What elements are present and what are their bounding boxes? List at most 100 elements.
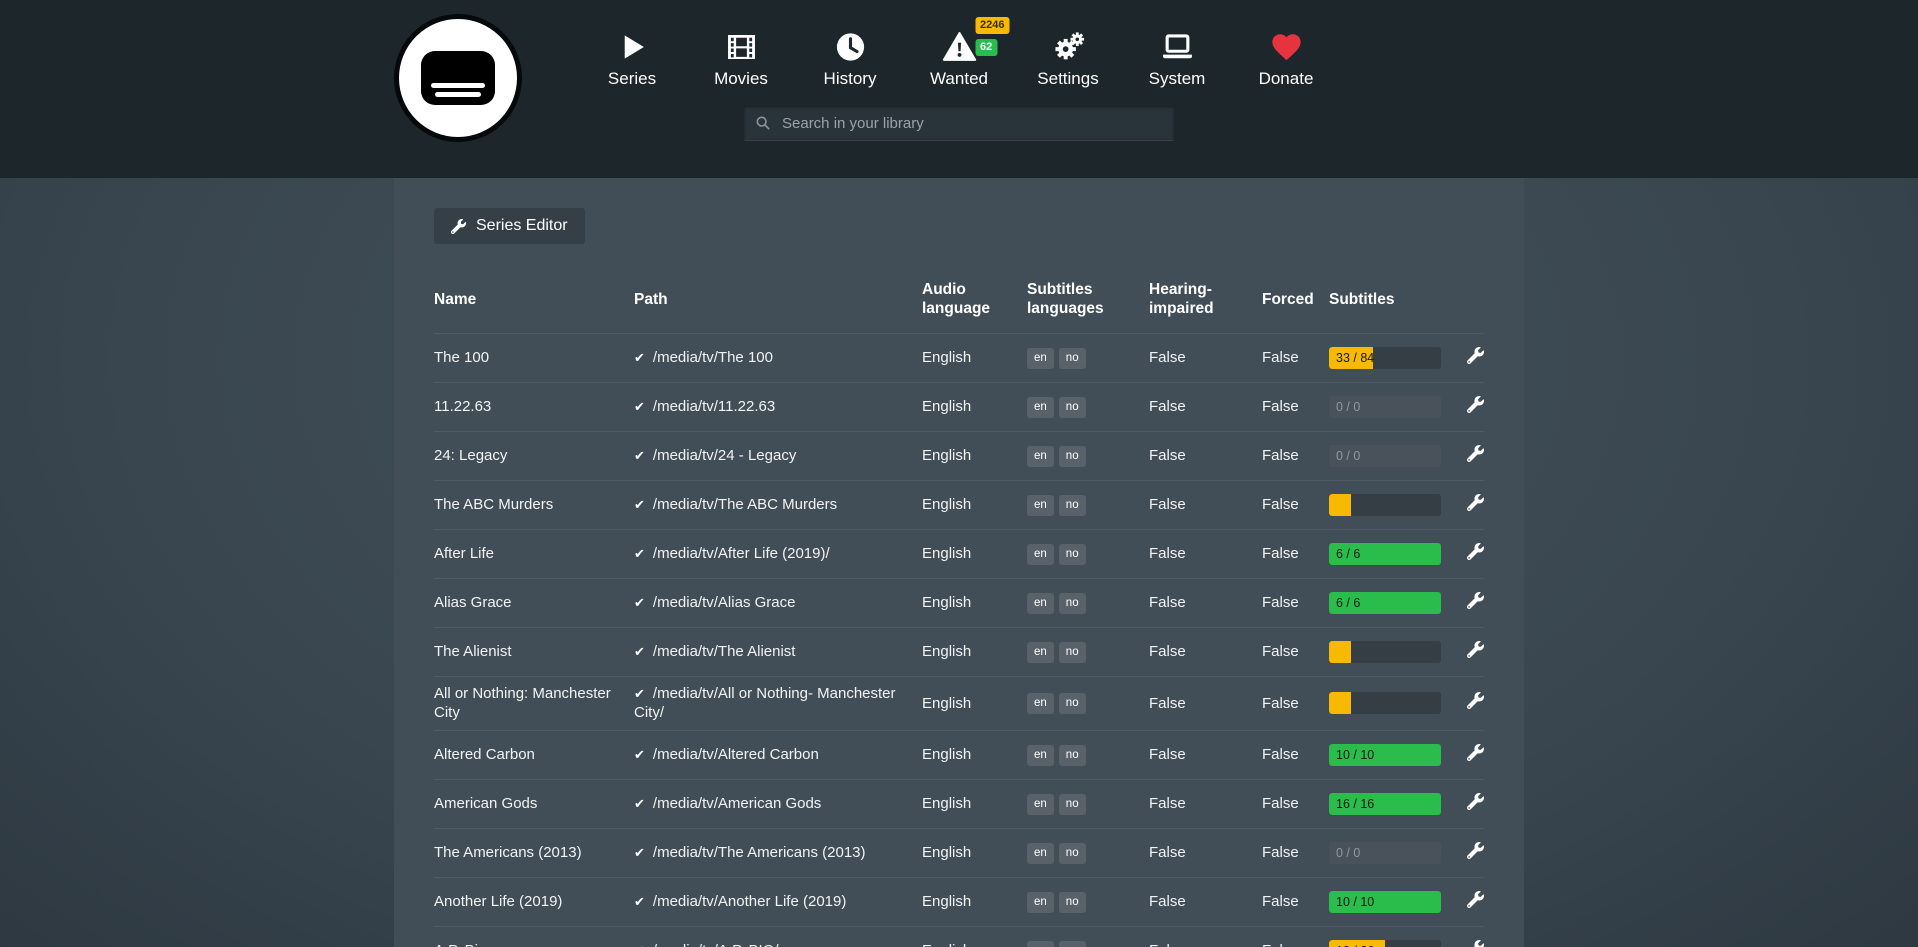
wrench-icon[interactable]: [1467, 744, 1484, 761]
language-badge: no: [1059, 794, 1086, 815]
check-icon: ✔: [634, 497, 645, 512]
audio-language: English: [922, 836, 1027, 870]
nav-history[interactable]: History: [796, 26, 905, 89]
wrench-icon[interactable]: [1467, 842, 1484, 859]
series-path: /media/tv/The Americans (2013): [653, 844, 866, 861]
row-actions: [1467, 737, 1484, 774]
language-badge: no: [1059, 397, 1086, 418]
col-actions: [1447, 289, 1484, 313]
subtitles-cell: 6 / 6: [1329, 536, 1447, 572]
subtitles-languages: enno: [1027, 685, 1149, 721]
check-icon: ✔: [634, 686, 645, 701]
audio-language: English: [922, 934, 1027, 947]
wrench-icon[interactable]: [1467, 396, 1484, 413]
series-path: /media/tv/The Alienist: [653, 643, 796, 660]
library-search: [744, 106, 1174, 140]
nav-label: Wanted: [930, 69, 988, 89]
series-name: The Alienist: [434, 635, 634, 669]
col-name: Name: [434, 280, 634, 323]
table-row: All or Nothing: Manchester City ✔/media/…: [434, 676, 1484, 730]
hearing-impaired: False: [1149, 341, 1262, 375]
subtitles-cell: 0 / 0: [1329, 835, 1447, 871]
subtitles-progress: 33 / 84: [1329, 347, 1441, 369]
hearing-impaired: False: [1149, 787, 1262, 821]
progress-fill: [1329, 641, 1351, 663]
language-badge: no: [1059, 348, 1086, 369]
subtitles-cell: [1329, 487, 1447, 523]
language-badge: en: [1027, 495, 1054, 516]
progress-label: 33 / 84: [1336, 347, 1374, 369]
nav-wanted[interactable]: 2246 62 Wanted: [905, 26, 1014, 89]
series-path: /media/tv/Altered Carbon: [653, 746, 819, 763]
wrench-icon[interactable]: [1467, 940, 1484, 947]
table-row: American Gods ✔/media/tv/American Gods E…: [434, 779, 1484, 828]
hearing-impaired: False: [1149, 586, 1262, 620]
table-row: 24: Legacy ✔/media/tv/24 - Legacy Englis…: [434, 431, 1484, 480]
forced: False: [1262, 934, 1329, 947]
nav-donate[interactable]: Donate: [1232, 26, 1341, 89]
row-actions: [1467, 438, 1484, 475]
nav-settings[interactable]: Settings: [1014, 26, 1123, 89]
forced: False: [1262, 738, 1329, 772]
check-icon: ✔: [634, 546, 645, 561]
wrench-icon[interactable]: [1467, 347, 1484, 364]
wrench-icon[interactable]: [1467, 445, 1484, 462]
language-badge: no: [1059, 745, 1086, 766]
series-path: /media/tv/Another Life (2019): [653, 893, 846, 910]
series-editor-button[interactable]: Series Editor: [434, 208, 585, 244]
subtitles-cell: 0 / 0: [1329, 389, 1447, 425]
subtitles-progress: 10 / 10: [1329, 744, 1441, 766]
bazarr-logo[interactable]: [394, 14, 522, 142]
col-subtitles-languages: Subtitles languages: [1027, 270, 1149, 333]
subtitles-progress: 6 / 6: [1329, 543, 1441, 565]
wrench-icon[interactable]: [1467, 543, 1484, 560]
series-path: /media/tv/All or Nothing- Manchester Cit…: [634, 685, 896, 722]
wrench-icon[interactable]: [1467, 494, 1484, 511]
wrench-icon[interactable]: [1467, 592, 1484, 609]
wanted-count-badge-warning: 2246: [975, 17, 1009, 34]
wrench-icon[interactable]: [1467, 891, 1484, 908]
series-name: Altered Carbon: [434, 738, 634, 772]
subtitles-progress: [1329, 494, 1441, 516]
language-badge: en: [1027, 794, 1054, 815]
language-badge: no: [1059, 892, 1086, 913]
language-badge: no: [1059, 843, 1086, 864]
wrench-icon[interactable]: [1467, 692, 1484, 709]
subtitles-cell: 13 / 26: [1329, 933, 1447, 947]
main-nav: Series Movies History 2246 62: [578, 26, 1341, 89]
row-actions: [1467, 585, 1484, 622]
subtitles-languages: enno: [1027, 737, 1149, 773]
series-path: /media/tv/24 - Legacy: [653, 447, 796, 464]
subtitles-cell: 10 / 10: [1329, 884, 1447, 920]
subtitles-cell: 16 / 16: [1329, 786, 1447, 822]
table-row: The 100 ✔/media/tv/The 100 English enno …: [434, 333, 1484, 382]
series-name: A.P. Bio: [434, 934, 634, 947]
forced: False: [1262, 787, 1329, 821]
nav-movies[interactable]: Movies: [687, 26, 796, 89]
audio-language: English: [922, 439, 1027, 473]
nav-series[interactable]: Series: [578, 26, 687, 89]
table-row: 11.22.63 ✔/media/tv/11.22.63 English enn…: [434, 382, 1484, 431]
progress-label: 10 / 10: [1336, 891, 1374, 913]
language-badge: en: [1027, 892, 1054, 913]
check-icon: ✔: [634, 796, 645, 811]
series-path-cell: ✔/media/tv/Altered Carbon: [634, 738, 922, 772]
nav-system[interactable]: System: [1123, 26, 1232, 89]
subtitles-cell: 0 / 0: [1329, 438, 1447, 474]
series-path: /media/tv/Alias Grace: [653, 594, 796, 611]
wrench-icon[interactable]: [1467, 641, 1484, 658]
series-path: /media/tv/11.22.63: [653, 398, 775, 415]
language-badge: en: [1027, 397, 1054, 418]
search-input[interactable]: [780, 114, 1163, 133]
subtitles-languages: enno: [1027, 634, 1149, 670]
progress-fill: [1329, 692, 1351, 714]
language-badge: en: [1027, 446, 1054, 467]
forced: False: [1262, 537, 1329, 571]
series-path-cell: ✔/media/tv/The ABC Murders: [634, 488, 922, 522]
series-path: /media/tv/American Gods: [653, 795, 821, 812]
progress-label: 13 / 26: [1336, 940, 1374, 947]
row-actions: [1467, 933, 1484, 947]
wrench-icon[interactable]: [1467, 793, 1484, 810]
language-badge: no: [1059, 495, 1086, 516]
table-row: After Life ✔/media/tv/After Life (2019)/…: [434, 529, 1484, 578]
